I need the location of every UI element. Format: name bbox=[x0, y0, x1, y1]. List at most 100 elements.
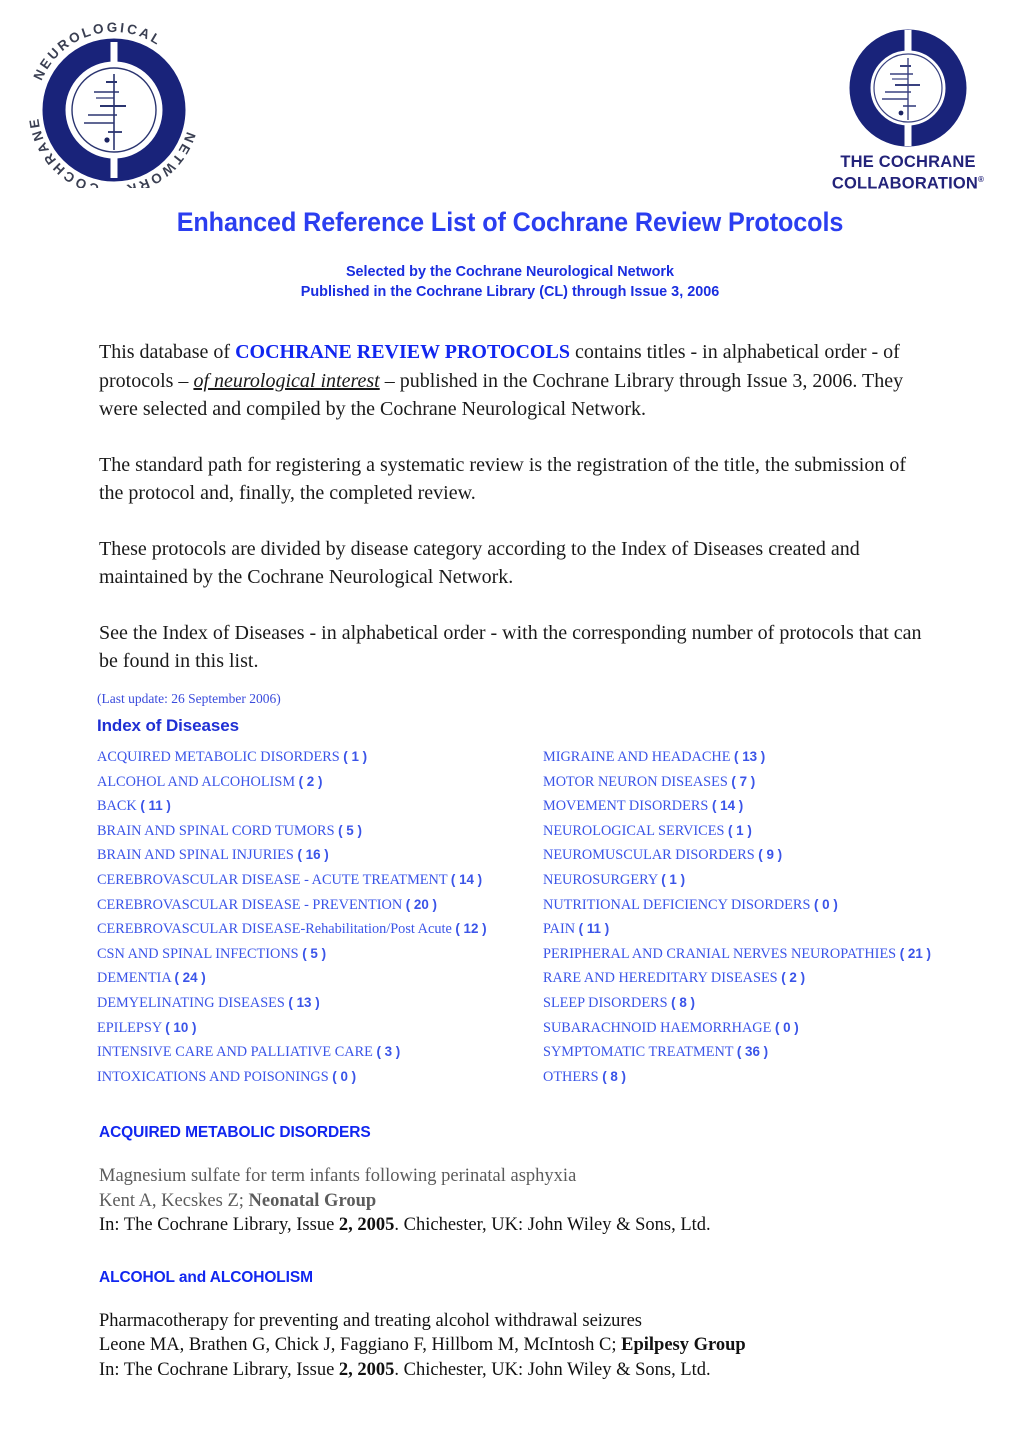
citation-prefix: In: The Cochrane Library, Issue bbox=[99, 1359, 339, 1380]
index-item-count: ( 11 ) bbox=[578, 921, 610, 937]
index-item-count: ( 11 ) bbox=[140, 798, 171, 814]
intro-paragraph-4: See the Index of Diseases - in alphabeti… bbox=[99, 621, 922, 673]
index-item-label: MOTOR NEURON DISEASES bbox=[543, 773, 728, 790]
index-item-label: CEREBROVASCULAR DISEASE-Rehabilitation/P… bbox=[97, 921, 452, 938]
index-item-count: ( 24 ) bbox=[174, 970, 206, 986]
index-item-count: ( 7 ) bbox=[731, 773, 756, 789]
protocol-citation: In: The Cochrane Library, Issue 2, 2005.… bbox=[99, 1358, 929, 1383]
citation-suffix: . Chichester, UK: John Wiley & Sons, Ltd… bbox=[394, 1359, 711, 1380]
index-item-label: DEMENTIA bbox=[97, 970, 171, 987]
index-item[interactable]: CEREBROVASCULAR DISEASE - PREVENTION ( 2… bbox=[97, 893, 537, 918]
index-item[interactable]: PAIN ( 11 ) bbox=[543, 917, 1013, 942]
of-neurological-interest-emphasis: of neurological interest bbox=[193, 369, 380, 392]
index-item[interactable]: MOTOR NEURON DISEASES ( 7 ) bbox=[543, 770, 1013, 795]
index-column-left: ACQUIRED METABOLIC DISORDERS ( 1 ) ALCOHO… bbox=[97, 745, 537, 1089]
index-item-label: SYMPTOMATIC TREATMENT bbox=[543, 1044, 734, 1061]
index-item-count: ( 21 ) bbox=[899, 945, 931, 961]
index-item[interactable]: MIGRAINE AND HEADACHE ( 13 ) bbox=[543, 745, 1013, 770]
intro-paragraph-3: These protocols are divided by disease c… bbox=[99, 537, 860, 589]
protocol-entry: Magnesium sulfate for term infants follo… bbox=[99, 1164, 929, 1238]
index-item-count: ( 0 ) bbox=[332, 1068, 357, 1084]
index-item-count: ( 1 ) bbox=[661, 871, 686, 887]
protocol-authors: Kent A, Kecskes Z; bbox=[99, 1190, 249, 1211]
protocol-title: Pharmacotherapy for preventing and treat… bbox=[99, 1310, 642, 1331]
protocol-entry: Pharmacotherapy for preventing and treat… bbox=[99, 1309, 929, 1383]
index-item[interactable]: INTENSIVE CARE AND PALLIATIVE CARE ( 3 ) bbox=[97, 1040, 537, 1065]
index-item-count: ( 5 ) bbox=[338, 822, 362, 838]
index-item[interactable]: BRAIN AND SPINAL CORD TUMORS ( 5 ) bbox=[97, 819, 537, 844]
index-item[interactable]: NEUROLOGICAL SERVICES ( 1 ) bbox=[543, 819, 1013, 844]
collaboration-wordmark-line1: THE COCHRANE bbox=[840, 153, 976, 171]
index-item-count: ( 2 ) bbox=[298, 773, 323, 789]
index-item-count: ( 20 ) bbox=[405, 896, 437, 912]
cnn-logo-svg: NEUROLOGICAL NETWORK COCHRANE bbox=[26, 20, 196, 197]
index-item-label: INTOXICATIONS AND POISONINGS bbox=[97, 1068, 329, 1085]
index-item[interactable]: DEMENTIA ( 24 ) bbox=[97, 966, 537, 991]
index-item[interactable]: RARE AND HEREDITARY DISEASES ( 2 ) bbox=[543, 966, 1013, 991]
page-title: Enhanced Reference List of Cochrane Revi… bbox=[176, 207, 844, 237]
index-item-label: EPILEPSY bbox=[97, 1019, 162, 1036]
index-item-count: ( 0 ) bbox=[774, 1019, 799, 1035]
index-item[interactable]: SYMPTOMATIC TREATMENT ( 36 ) bbox=[543, 1040, 1013, 1065]
index-item[interactable]: NUTRITIONAL DEFICIENCY DISORDERS ( 0 ) bbox=[543, 893, 1013, 918]
index-item-label: CEREBROVASCULAR DISEASE - ACUTE TREATMEN… bbox=[97, 871, 448, 888]
index-item[interactable]: BACK ( 11 ) bbox=[97, 794, 537, 819]
protocol-title: Magnesium sulfate for term infants follo… bbox=[99, 1166, 577, 1186]
index-item-count: ( 2 ) bbox=[781, 970, 806, 986]
index-item-label: BRAIN AND SPINAL CORD TUMORS bbox=[97, 822, 335, 839]
index-item[interactable]: ALCOHOL AND ALCOHOLISM ( 2 ) bbox=[97, 770, 537, 795]
index-item[interactable]: CSN AND SPINAL INFECTIONS ( 5 ) bbox=[97, 942, 537, 967]
subtitle-selected-by: Selected by the Cochrane Neurological Ne… bbox=[345, 263, 675, 280]
index-item-label: OTHERS bbox=[543, 1068, 603, 1085]
cochrane-review-protocols-highlight: COCHRANE REVIEW PROTOCOLS bbox=[235, 341, 570, 363]
citation-issue: 2, 2005 bbox=[338, 1215, 395, 1235]
index-item[interactable]: NEUROMUSCULAR DISORDERS ( 9 ) bbox=[543, 843, 1013, 868]
index-item[interactable]: DEMYELINATING DISEASES ( 13 ) bbox=[97, 991, 537, 1016]
index-item-count: ( 12 ) bbox=[455, 921, 487, 937]
index-item-count: ( 13 ) bbox=[288, 994, 320, 1010]
protocol-authors-line: Leone MA, Brathen G, Chick J, Faggiano F… bbox=[99, 1333, 929, 1358]
cochrane-neurological-network-logo: NEUROLOGICAL NETWORK COCHRANE bbox=[22, 18, 207, 197]
index-item-label: ALCOHOL AND ALCOHOLISM bbox=[97, 773, 296, 790]
index-item[interactable]: SUBARACHNOID HAEMORRHAGE ( 0 ) bbox=[543, 1016, 1013, 1041]
index-item[interactable]: ACQUIRED METABOLIC DISORDERS ( 1 ) bbox=[97, 745, 537, 770]
category-heading: ACQUIRED METABOLIC DISORDERS bbox=[99, 1124, 371, 1141]
index-item[interactable]: PERIPHERAL AND CRANIAL NERVES NEUROPATHI… bbox=[543, 942, 1013, 967]
index-item[interactable]: CEREBROVASCULAR DISEASE-Rehabilitation/P… bbox=[97, 917, 537, 942]
category-heading: ALCOHOL and ALCOHOLISM bbox=[99, 1268, 313, 1286]
index-item-label: NUTRITIONAL DEFICIENCY DISORDERS bbox=[543, 896, 811, 913]
collaboration-wordmark: THE COCHRANE COLLABORATION® bbox=[828, 154, 988, 193]
protocol-citation: In: The Cochrane Library, Issue 2, 2005.… bbox=[99, 1213, 929, 1238]
index-item-label: INTENSIVE CARE AND PALLIATIVE CARE bbox=[97, 1044, 373, 1061]
index-item-label: ACQUIRED METABOLIC DISORDERS bbox=[97, 749, 340, 765]
logo-forest-plot bbox=[71, 67, 157, 153]
intro-paragraph-1: This database of COCHRANE REVIEW PROTOCO… bbox=[99, 338, 929, 424]
citation-issue: 2, 2005 bbox=[338, 1359, 395, 1380]
index-item-count: ( 0 ) bbox=[813, 896, 838, 912]
protocol-review-group: Neonatal Group bbox=[248, 1190, 377, 1211]
intro-p1-part1: This database of bbox=[99, 341, 236, 363]
index-item-count: ( 9 ) bbox=[758, 847, 783, 863]
index-item[interactable]: CEREBROVASCULAR DISEASE - ACUTE TREATMEN… bbox=[97, 868, 537, 893]
intro-paragraphs: This database of COCHRANE REVIEW PROTOCO… bbox=[99, 338, 929, 703]
title-block: Enhanced Reference List of Cochrane Revi… bbox=[0, 206, 1020, 302]
index-item[interactable]: INTOXICATIONS AND POISONINGS ( 0 ) bbox=[97, 1065, 537, 1090]
intro-paragraph-2: The standard path for registering a syst… bbox=[99, 453, 907, 505]
index-item[interactable]: EPILEPSY ( 10 ) bbox=[97, 1016, 537, 1041]
index-item[interactable]: SLEEP DISORDERS ( 8 ) bbox=[543, 991, 1013, 1016]
index-item-label: PERIPHERAL AND CRANIAL NERVES NEUROPATHI… bbox=[543, 945, 900, 962]
index-item-count: ( 8 ) bbox=[602, 1068, 626, 1084]
index-item[interactable]: BRAIN AND SPINAL INJURIES ( 16 ) bbox=[97, 843, 537, 868]
index-item-count: ( 14 ) bbox=[711, 798, 744, 814]
index-item-count: ( 1 ) bbox=[727, 822, 752, 838]
index-item[interactable]: MOVEMENT DISORDERS ( 14 ) bbox=[543, 794, 1013, 819]
collab-logo-forest-plot bbox=[873, 53, 943, 123]
index-item[interactable]: NEUROSURGERY ( 1 ) bbox=[543, 868, 1013, 893]
collaboration-logo-svg bbox=[849, 29, 967, 147]
index-item[interactable]: OTHERS ( 8 ) bbox=[543, 1065, 1013, 1090]
index-item-count: ( 36 ) bbox=[736, 1044, 769, 1060]
index-item-label: CEREBROVASCULAR DISEASE - PREVENTION bbox=[97, 896, 403, 913]
index-item-label: BRAIN AND SPINAL INJURIES bbox=[97, 847, 294, 864]
the-cochrane-collaboration-logo: THE COCHRANE COLLABORATION® bbox=[828, 22, 988, 193]
index-item-count: ( 5 ) bbox=[302, 945, 327, 961]
